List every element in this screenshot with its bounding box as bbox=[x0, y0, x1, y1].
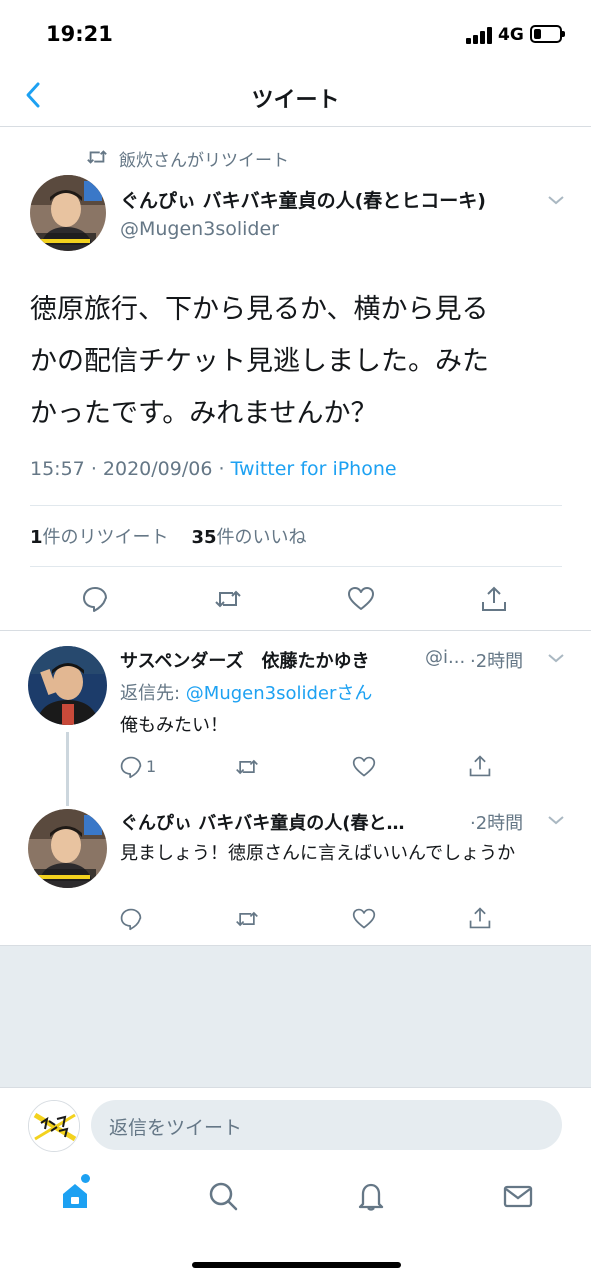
tweet-text: 徳原旅行、下から見るか、横から見る かの配信チケット見逃しました。みた かったで… bbox=[30, 294, 489, 429]
reply-count: 1 bbox=[146, 757, 157, 776]
status-bar: 19:21 4G bbox=[0, 0, 591, 70]
retweet-label: 件のリツイート bbox=[42, 527, 169, 548]
replying-prefix: 返信先: bbox=[120, 683, 186, 704]
like-icon[interactable] bbox=[352, 755, 376, 779]
reply-author-avatar[interactable] bbox=[28, 809, 107, 888]
empty-area bbox=[0, 945, 591, 1087]
reply-input[interactable]: 返信をツイート bbox=[91, 1100, 562, 1150]
reply-time: ·2時間 bbox=[470, 813, 524, 834]
share-icon[interactable] bbox=[468, 754, 492, 778]
tweet-source[interactable]: Twitter for iPhone bbox=[231, 458, 397, 480]
network-type: 4G bbox=[498, 25, 524, 45]
home-indicator bbox=[192, 1262, 401, 1268]
share-icon[interactable] bbox=[480, 585, 508, 613]
divider bbox=[30, 566, 562, 567]
reply-text: 俺もみたい！ bbox=[120, 715, 228, 736]
reply-input-placeholder: 返信をツイート bbox=[109, 1117, 243, 1139]
reply-author-name[interactable]: ぐんぴぃ バキバキ童貞の人(春と… bbox=[120, 809, 405, 835]
status-time: 19:21 bbox=[46, 22, 113, 46]
reply-time-value: 2時間 bbox=[475, 651, 524, 672]
thread-line bbox=[66, 732, 69, 806]
retweets-stat[interactable]: 1件のリツイート bbox=[30, 527, 169, 548]
likes-stat[interactable]: 35件のいいね bbox=[191, 527, 306, 548]
tweet-stats: 1件のリツイート 35件のいいね bbox=[30, 523, 307, 549]
page-title: ツイート bbox=[251, 88, 340, 113]
my-avatar[interactable] bbox=[28, 1100, 80, 1152]
retweet-icon[interactable] bbox=[234, 907, 260, 931]
reply-icon[interactable] bbox=[119, 755, 143, 779]
like-count: 35 bbox=[191, 527, 217, 548]
like-icon[interactable] bbox=[347, 585, 375, 613]
meta-separator: · bbox=[218, 458, 231, 480]
stats-spacer bbox=[174, 527, 185, 548]
replying-to-handle[interactable]: @Mugen3solider bbox=[186, 683, 337, 704]
retweeted-by-label: 飯炊さんがリツイート bbox=[119, 151, 289, 171]
reply-time-value: 2時間 bbox=[475, 813, 524, 834]
chevron-down-icon[interactable] bbox=[547, 652, 565, 664]
retweet-icon bbox=[87, 150, 107, 164]
navigation-bar: ツイート bbox=[0, 70, 591, 127]
like-label: 件のいいね bbox=[216, 527, 307, 548]
reply-author-avatar[interactable] bbox=[28, 646, 107, 725]
tweet-meta: 15:57 · 2020/09/06 · Twitter for iPhone bbox=[30, 458, 397, 480]
retweet-count: 1 bbox=[30, 527, 43, 548]
share-icon[interactable] bbox=[468, 906, 492, 930]
tweet-date: 2020/09/06 bbox=[102, 458, 213, 480]
replying-suffix: さん bbox=[336, 683, 373, 704]
chevron-down-icon[interactable] bbox=[547, 814, 565, 826]
notification-dot bbox=[81, 1174, 90, 1183]
chevron-down-icon[interactable] bbox=[547, 194, 565, 206]
section-divider bbox=[0, 630, 591, 631]
meta-separator: · bbox=[90, 458, 103, 480]
reply-author-handle[interactable]: @i... bbox=[425, 647, 465, 668]
replying-to: 返信先: @Mugen3soliderさん bbox=[120, 679, 372, 705]
reply-icon[interactable] bbox=[119, 907, 143, 931]
tweet-time: 15:57 bbox=[30, 458, 85, 480]
reply-time: ·2時間 bbox=[470, 651, 524, 672]
author-avatar[interactable] bbox=[30, 175, 106, 251]
like-icon[interactable] bbox=[352, 907, 376, 931]
author-name[interactable]: ぐんぴぃ バキバキ童貞の人(春とヒコーキ) bbox=[120, 186, 486, 213]
reply-text: 見ましょう！徳原さんに言えばいいんでしょうか bbox=[120, 843, 516, 864]
retweet-icon[interactable] bbox=[234, 755, 260, 779]
divider bbox=[30, 505, 562, 506]
retweet-icon[interactable] bbox=[214, 585, 242, 613]
reply-icon[interactable] bbox=[81, 585, 109, 613]
signal-icon bbox=[466, 27, 494, 44]
home-icon[interactable] bbox=[59, 1180, 91, 1212]
search-icon[interactable] bbox=[207, 1180, 239, 1212]
reply-author-name[interactable]: サスペンダーズ 依藤たかゆき bbox=[120, 647, 369, 673]
notifications-icon[interactable] bbox=[355, 1180, 387, 1212]
battery-icon bbox=[530, 25, 565, 43]
messages-icon[interactable] bbox=[502, 1180, 534, 1212]
author-handle[interactable]: @Mugen3solider bbox=[120, 218, 279, 240]
